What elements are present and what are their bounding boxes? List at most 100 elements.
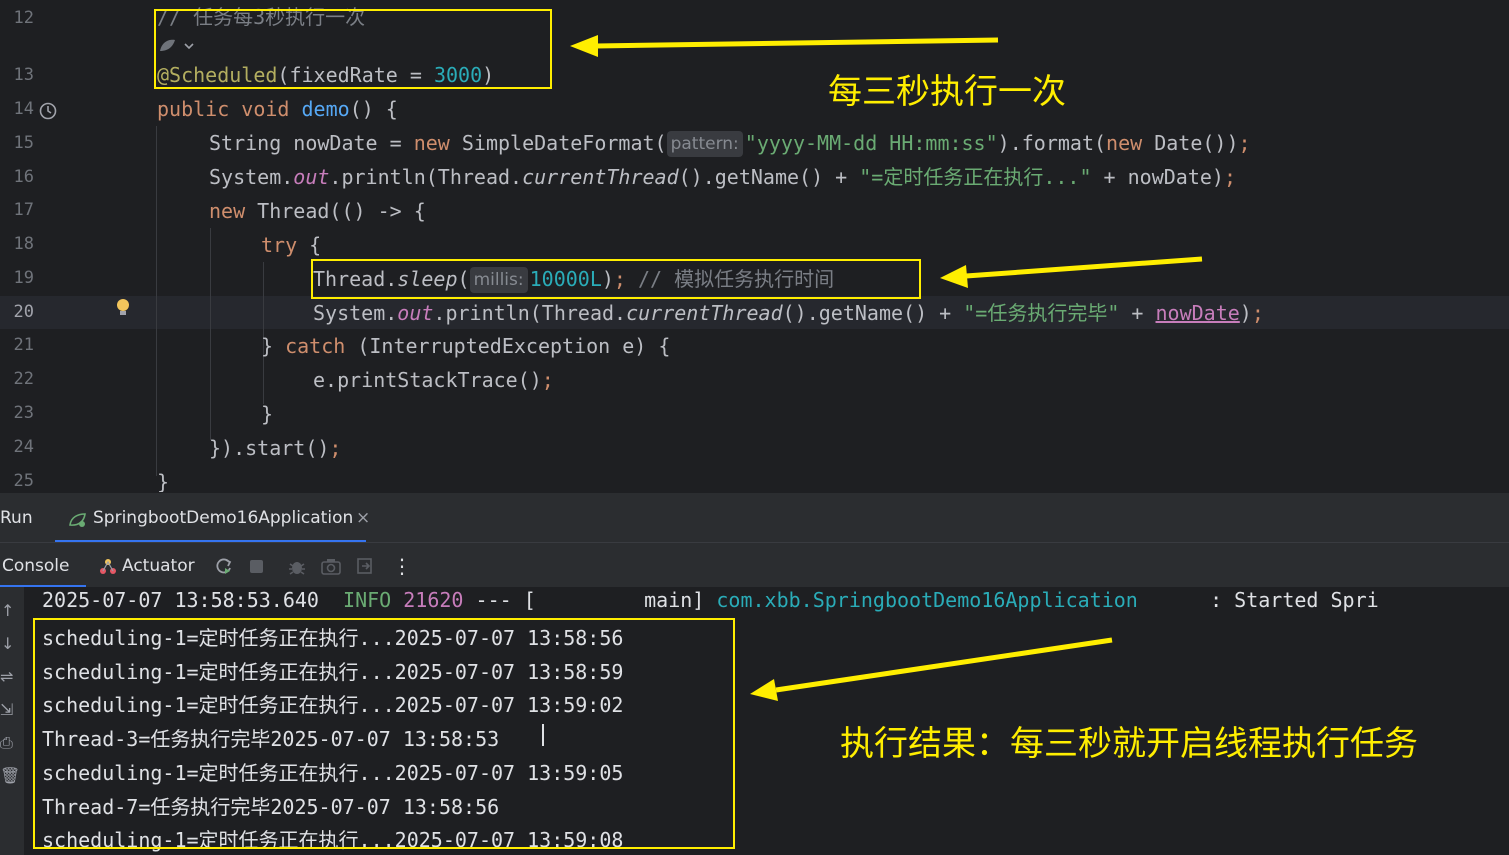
- line-number: 24: [13, 437, 34, 457]
- code-token: }).start(): [209, 436, 330, 460]
- code-line-15: String nowDate = new SimpleDateFormat(pa…: [209, 126, 1251, 160]
- code-line-25: }: [157, 470, 170, 492]
- string-token: "yyyy-MM-dd HH:mm:ss": [744, 131, 998, 155]
- code-token: e.printStackTrace(): [313, 368, 542, 392]
- console-log-header: 2025-07-07 13:58:53.640 INFO 21620 --- […: [42, 588, 1379, 612]
- run-config-tab[interactable]: SpringbootDemo16Application: [93, 508, 353, 528]
- keyword-token: new: [209, 199, 246, 223]
- code-token: System.: [313, 301, 398, 325]
- log-thread: main]: [644, 588, 705, 612]
- camera-icon[interactable]: [320, 557, 342, 577]
- lightbulb-icon[interactable]: [115, 297, 131, 319]
- string-token: "=定时任务正在执行...": [859, 165, 1092, 189]
- print-icon[interactable]: ⎙: [0, 733, 13, 753]
- code-token: System.: [209, 165, 294, 189]
- log-logger: com.xbb.SpringbootDemo16Application: [716, 588, 1138, 612]
- debug-bug-icon[interactable]: [287, 557, 307, 577]
- console-side-toolbar: ↑ ↓ ⇌ ⇲ ⎙ 🗑: [0, 587, 24, 855]
- code-token: .println(Thread.: [433, 301, 627, 325]
- code-token: Thread(() -> {: [245, 199, 426, 223]
- line-number: 12: [13, 8, 34, 28]
- highlight-box-console: [33, 618, 735, 849]
- console-toolbar: Console Actuator ⋮: [0, 542, 1509, 588]
- line-number: 18: [13, 234, 34, 254]
- scheduled-run-icon[interactable]: [38, 101, 58, 121]
- keyword-token: try: [261, 233, 298, 257]
- log-pid: 21620: [403, 588, 464, 612]
- method-name-token: demo: [301, 97, 350, 121]
- line-number: 13: [13, 65, 34, 85]
- semicolon-token: ;: [1251, 301, 1264, 325]
- line-number: 25: [13, 471, 34, 491]
- semicolon-token: ;: [1238, 131, 1251, 155]
- more-options-icon[interactable]: ⋮: [392, 554, 412, 578]
- code-token: ().getName() +: [678, 165, 860, 189]
- line-number: 17: [13, 200, 34, 220]
- soft-wrap-icon[interactable]: ⇌: [0, 667, 13, 686]
- static-method-token: currentThread: [626, 301, 783, 325]
- indent-guide: [156, 126, 157, 476]
- scroll-to-end-icon[interactable]: ⇲: [0, 700, 13, 719]
- static-method-token: currentThread: [522, 165, 679, 189]
- tab-console[interactable]: Console: [2, 556, 70, 576]
- spring-boot-icon: [69, 513, 86, 527]
- code-line-23: }: [261, 402, 274, 426]
- run-tool-window-header: Run SpringbootDemo16Application ×: [0, 492, 1509, 543]
- code-token: +: [1119, 301, 1156, 325]
- code-line-16: System.out.println(Thread.currentThread(…: [209, 160, 1236, 194]
- code-token: String nowDate =: [209, 131, 414, 155]
- log-timestamp: 2025-07-07 13:58:53.640: [42, 588, 319, 612]
- actuator-icon: [100, 559, 116, 574]
- log-level: INFO: [343, 588, 392, 612]
- code-token: ): [1239, 301, 1252, 325]
- keyword-token: public: [157, 97, 230, 121]
- keyword-token: catch: [285, 334, 346, 358]
- line-number: 23: [13, 403, 34, 423]
- highlight-box-scheduled: [154, 9, 552, 89]
- annotation-text-bottom: 执行结果：每三秒就开启线程执行任务: [840, 724, 1418, 764]
- run-title: Run: [0, 508, 33, 528]
- code-token: ().getName() +: [782, 301, 964, 325]
- rerun-icon[interactable]: [214, 556, 234, 576]
- keyword-token: void: [241, 97, 290, 121]
- scroll-down-icon[interactable]: ↓: [1, 634, 14, 653]
- parameter-hint: pattern:: [666, 131, 743, 157]
- semicolon-token: ;: [541, 368, 554, 392]
- annotation-text-top: 每三秒执行一次: [828, 72, 1066, 112]
- code-token: + nowDate): [1091, 165, 1224, 189]
- line-number: 21: [13, 335, 34, 355]
- code-editor[interactable]: 12 13 14 15 16 17 18 19 20 21 22 23 24 2…: [0, 0, 1509, 492]
- keyword-token: new: [413, 131, 450, 155]
- code-token: Date()): [1142, 131, 1239, 155]
- indent-guide: [210, 228, 211, 440]
- field-token: out: [397, 301, 434, 325]
- captured-variable-token: nowDate: [1155, 301, 1240, 325]
- line-number: 14: [13, 99, 34, 119]
- close-tab-icon[interactable]: ×: [356, 508, 370, 528]
- code-token: SimpleDateFormat(: [449, 131, 667, 155]
- trash-icon[interactable]: 🗑: [0, 766, 20, 785]
- code-token: (InterruptedException e) {: [345, 334, 671, 358]
- code-token: () {: [349, 97, 398, 121]
- log-message: : Started Spri: [1210, 588, 1379, 612]
- tab-actuator[interactable]: Actuator: [122, 556, 195, 576]
- code-line-20: System.out.println(Thread.currentThread(…: [313, 296, 1264, 330]
- field-token: out: [293, 165, 330, 189]
- scroll-up-icon[interactable]: ↑: [1, 601, 14, 620]
- line-number: 16: [13, 167, 34, 187]
- code-token: .println(Thread.: [329, 165, 523, 189]
- line-number: 15: [13, 133, 34, 153]
- exit-icon[interactable]: [355, 556, 375, 576]
- code-token: }: [261, 334, 286, 358]
- semicolon-token: ;: [329, 436, 342, 460]
- stop-icon[interactable]: [248, 558, 266, 576]
- semicolon-token: ;: [1223, 165, 1236, 189]
- highlight-box-sleep: [311, 259, 921, 299]
- code-token: {: [297, 233, 322, 257]
- code-line-17: new Thread(() -> {: [209, 194, 426, 228]
- log-separator: --- [: [475, 588, 536, 612]
- code-line-24: }).start();: [209, 431, 341, 465]
- code-token: ).format(: [997, 131, 1107, 155]
- line-number: 19: [13, 268, 34, 288]
- line-number: 22: [13, 369, 34, 389]
